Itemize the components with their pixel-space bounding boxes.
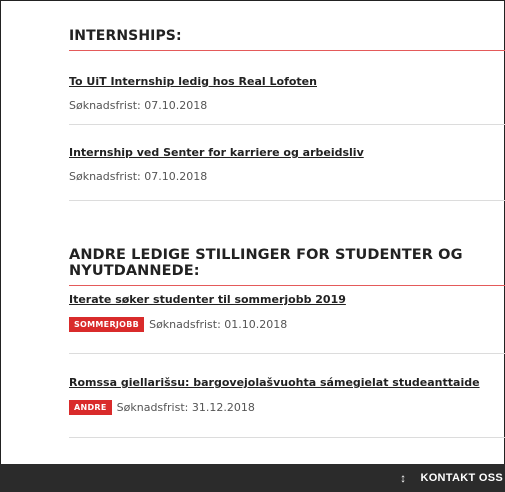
category-badge: SOMMERJOBB	[69, 317, 145, 332]
other-jobs-heading: ANDRE LEDIGE STILLINGER FOR STUDENTER OG…	[69, 247, 505, 286]
list-item: Romssa giellarišsu: bargovejolašvuohta s…	[69, 373, 505, 438]
internships-heading: INTERNSHIPS:	[69, 28, 505, 51]
category-badge: ANDRE	[69, 400, 112, 415]
up-down-arrow-icon: ↕	[400, 471, 407, 485]
list-item: Iterate søker studenter til sommerjobb 2…	[69, 290, 505, 354]
job-link-2[interactable]: Romssa giellarišsu: bargovejolašvuohta s…	[69, 376, 480, 389]
list-item: To UiT Internship ledig hos Real Lofoten…	[69, 72, 505, 125]
deadline-text: Søknadsfrist: 07.10.2018	[69, 170, 208, 183]
internship-link-1[interactable]: To UiT Internship ledig hos Real Lofoten	[69, 75, 317, 88]
internships-section: INTERNSHIPS:	[69, 28, 505, 51]
list-item: Internship ved Senter for karriere og ar…	[69, 143, 505, 201]
deadline-text: Søknadsfrist: 31.12.2018	[116, 401, 255, 414]
deadline-text: Søknadsfrist: 01.10.2018	[149, 318, 288, 331]
other-jobs-section: ANDRE LEDIGE STILLINGER FOR STUDENTER OG…	[69, 247, 505, 286]
contact-button[interactable]: ↕ KONTAKT OSS	[400, 464, 505, 492]
internship-link-2[interactable]: Internship ved Senter for karriere og ar…	[69, 146, 364, 159]
job-link-1[interactable]: Iterate søker studenter til sommerjobb 2…	[69, 293, 346, 306]
contact-label: KONTAKT OSS	[420, 472, 503, 484]
deadline-text: Søknadsfrist: 07.10.2018	[69, 99, 208, 112]
